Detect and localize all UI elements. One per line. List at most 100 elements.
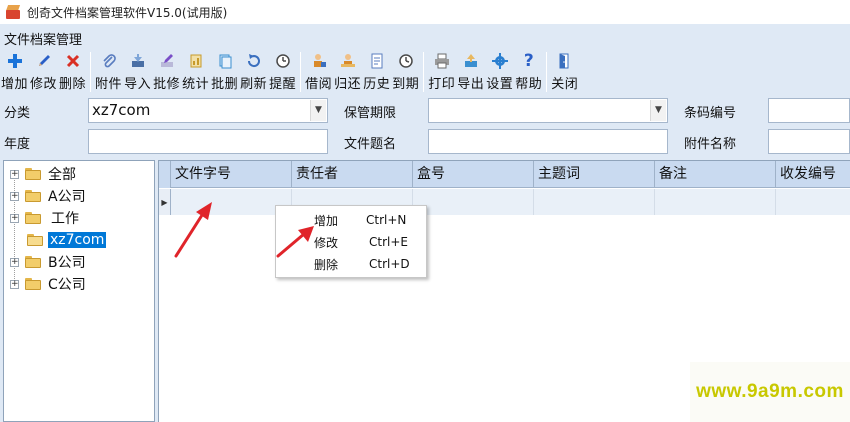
borrow-button[interactable]: 借阅 — [304, 50, 333, 94]
close-door-icon — [556, 52, 574, 70]
settings-button-label: 设置 — [486, 77, 514, 92]
tree-item-label: xz7com — [48, 232, 107, 248]
tree-item-xz7com[interactable]: xz7com — [4, 230, 107, 250]
column-header-dispatch-number[interactable]: 收发编号 — [776, 161, 850, 188]
menu-item-file-archive[interactable]: 文件档案管理 — [4, 29, 82, 48]
expand-icon[interactable]: + — [10, 257, 19, 267]
year-input[interactable] — [88, 129, 328, 154]
borrow-icon — [310, 52, 328, 70]
print-button-label: 打印 — [428, 77, 456, 92]
return-icon — [339, 52, 357, 70]
expand-icon[interactable]: + — [10, 191, 19, 201]
batch-delete-button[interactable]: 批删 — [210, 50, 239, 94]
tree-item-company-b[interactable]: + B公司 — [4, 252, 88, 272]
edit-button[interactable]: 修改 — [29, 50, 58, 94]
context-menu-add-shortcut: Ctrl+N — [366, 213, 407, 227]
chevron-down-icon[interactable]: ▼ — [310, 100, 326, 121]
expand-icon[interactable]: + — [10, 213, 19, 223]
history-button[interactable]: 历史 — [362, 50, 391, 94]
year-label: 年度 — [4, 137, 31, 152]
watermark: www.9a9m.com — [690, 362, 850, 422]
return-button[interactable]: 归还 — [333, 50, 362, 94]
chevron-down-icon[interactable]: ▼ — [650, 100, 666, 121]
batch-edit-button[interactable]: 批修 — [152, 50, 181, 94]
toolbar-separator — [90, 52, 92, 92]
attachment-name-input[interactable] — [768, 129, 850, 154]
barcode-label: 条码编号 — [684, 106, 737, 121]
export-icon — [462, 52, 480, 70]
annotation-arrow-icon — [276, 226, 314, 258]
table-cell[interactable] — [534, 189, 655, 215]
expand-icon[interactable]: + — [10, 169, 19, 179]
add-button-label: 增加 — [1, 77, 29, 92]
toolbar-group-lending: 借阅 归还 历史 到期 — [304, 50, 420, 94]
title-label: 文件题名 — [344, 137, 397, 152]
folder-icon — [25, 256, 41, 268]
column-header-doc-number[interactable]: 文件字号 — [171, 161, 292, 188]
settings-button[interactable]: 设置 — [485, 50, 514, 94]
attachment-button-label: 附件 — [95, 77, 123, 92]
tree-item-label: A公司 — [48, 189, 86, 205]
tree-item-label: B公司 — [48, 255, 86, 271]
category-select[interactable]: xz7com ▼ — [88, 98, 328, 123]
history-icon — [368, 52, 386, 70]
table-cell[interactable] — [655, 189, 776, 215]
grid-header: 文件字号 责任者 盒号 主题词 备注 收发编号 — [159, 161, 850, 188]
barcode-input[interactable] — [768, 98, 850, 123]
column-header-box-number[interactable]: 盒号 — [413, 161, 534, 188]
help-button[interactable]: ? 帮助 — [514, 50, 543, 94]
toolbar-group-system: 打印 导出 设置 ? 帮助 — [427, 50, 543, 94]
tree-item-company-a[interactable]: + A公司 — [4, 186, 88, 206]
tree-item-label: 全部 — [48, 167, 76, 183]
folder-icon — [25, 278, 41, 290]
paperclip-icon — [100, 52, 118, 70]
add-icon — [6, 52, 24, 70]
pencil-icon — [35, 52, 53, 70]
attachment-name-label: 附件名称 — [684, 137, 737, 152]
folder-icon — [25, 168, 41, 180]
column-header-responsible[interactable]: 责任者 — [292, 161, 413, 188]
folder-icon — [25, 212, 41, 224]
due-clock-icon — [397, 52, 415, 70]
due-button[interactable]: 到期 — [391, 50, 420, 94]
statistics-button[interactable]: 统计 — [181, 50, 210, 94]
column-header-keywords[interactable]: 主题词 — [534, 161, 655, 188]
export-button-label: 导出 — [457, 77, 485, 92]
toolbar-separator — [300, 52, 302, 92]
batch-delete-button-label: 批删 — [211, 77, 239, 92]
window-title: 创奇文件档案管理软件V15.0(试用版) — [27, 5, 228, 20]
tree-item-label: C公司 — [48, 277, 86, 293]
help-icon: ? — [523, 51, 534, 71]
tree-item-all[interactable]: + 全部 — [4, 164, 78, 184]
title-input[interactable] — [428, 129, 668, 154]
table-row[interactable]: ▶ — [159, 189, 850, 215]
attachment-button[interactable]: 附件 — [94, 50, 123, 94]
reminder-button-label: 提醒 — [269, 77, 297, 92]
batch-edit-button-label: 批修 — [153, 77, 181, 92]
close-button[interactable]: 关闭 — [550, 50, 579, 94]
open-folder-icon — [27, 234, 43, 246]
expand-icon[interactable]: + — [10, 279, 19, 289]
reminder-button[interactable]: 提醒 — [268, 50, 297, 94]
retention-select[interactable]: ▼ — [428, 98, 668, 123]
tree-item-work[interactable]: + 工作 — [4, 208, 81, 228]
column-header-remarks[interactable]: 备注 — [655, 161, 776, 188]
title-bar: 创奇文件档案管理软件V15.0(试用版) — [0, 0, 850, 24]
toolbar: 增加 修改 删除 附件 导入 批修 统计 批删 刷新 提醒 借阅 归还 历史 到… — [0, 50, 850, 94]
context-menu-edit-shortcut: Ctrl+E — [369, 235, 408, 249]
statistics-icon — [187, 52, 205, 70]
add-button[interactable]: 增加 — [0, 50, 29, 94]
filter-panel: 分类 xz7com ▼ 保管期限 ▼ 条码编号 年度 文件题名 附件名称 — [0, 96, 850, 158]
toolbar-group-edit: 增加 修改 删除 — [0, 50, 87, 94]
table-cell[interactable] — [413, 189, 534, 215]
export-button[interactable]: 导出 — [456, 50, 485, 94]
table-cell[interactable] — [776, 189, 850, 215]
import-button[interactable]: 导入 — [123, 50, 152, 94]
retention-label: 保管期限 — [344, 106, 397, 121]
delete-button[interactable]: 删除 — [58, 50, 87, 94]
batch-delete-icon — [216, 52, 234, 70]
refresh-button[interactable]: 刷新 — [239, 50, 268, 94]
batch-edit-icon — [158, 52, 176, 70]
tree-item-company-c[interactable]: + C公司 — [4, 274, 88, 294]
print-button[interactable]: 打印 — [427, 50, 456, 94]
